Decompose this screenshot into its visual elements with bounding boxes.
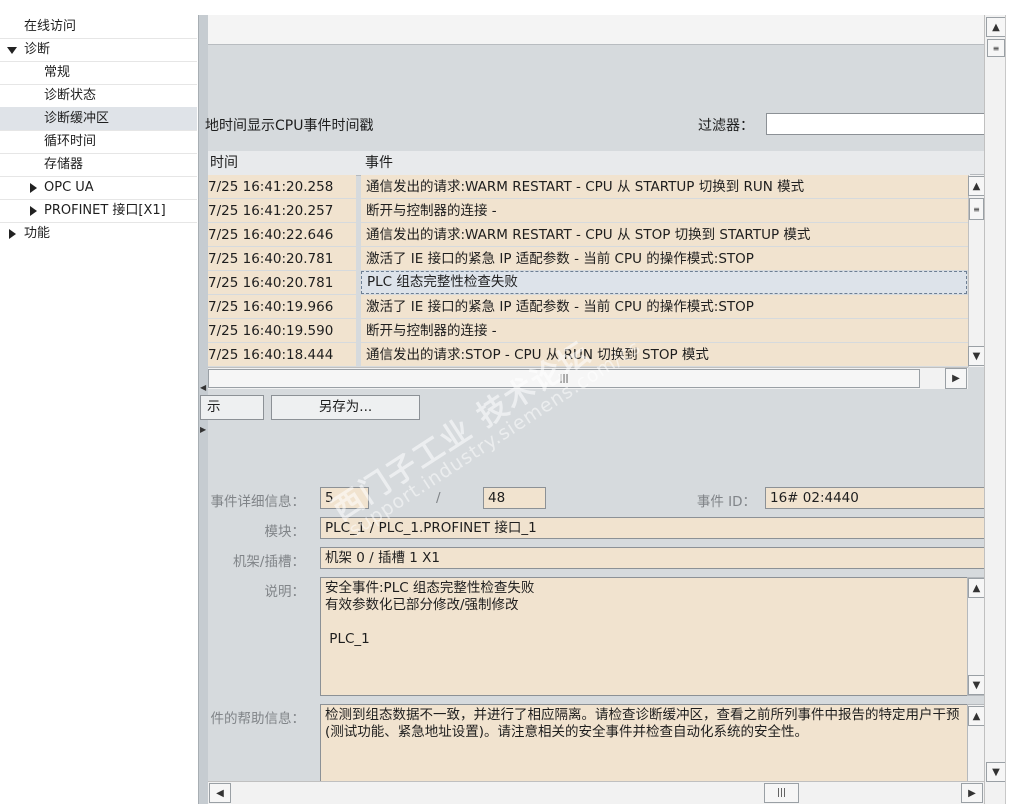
table-row[interactable]: 7/25 16:41:20.258 通信发出的请求:WARM RESTART -…	[208, 175, 972, 199]
table-header-corner	[970, 151, 984, 175]
nav-item-memory[interactable]: 存储器	[0, 153, 197, 177]
nav-item-online-access[interactable]: 在线访问	[0, 15, 197, 39]
chevron-up-icon[interactable]: ▲	[968, 176, 985, 196]
nav-item-opc-ua[interactable]: OPC UA	[0, 176, 197, 200]
scroll-thumb[interactable]: |||	[764, 783, 799, 803]
filter-label: 过滤器：	[698, 118, 754, 134]
event-text: 通信发出的请求:WARM RESTART - CPU 从 STARTUP 切换到…	[361, 175, 972, 198]
table-row[interactable]: 7/25 16:41:20.257 断开与控制器的连接 -	[208, 199, 972, 223]
triangle-right-icon[interactable]	[30, 183, 37, 193]
triangle-down-icon[interactable]	[7, 47, 17, 54]
table-row[interactable]: 7/25 16:40:19.966 激活了 IE 接口的紧急 IP 适配参数 -…	[208, 295, 972, 319]
event-text: PLC 组态完整性检查失败	[361, 271, 967, 294]
event-time: 7/25 16:40:20.781	[208, 271, 356, 294]
top-strip	[0, 0, 1011, 15]
rack-slot-field: 机架 0 / 插槽 1 X1	[320, 547, 986, 569]
rack-slot-label: 机架/插槽：	[232, 554, 305, 570]
column-header-time[interactable]: 时间	[208, 151, 360, 176]
chevron-down-icon[interactable]: ▼	[968, 675, 985, 695]
nav-item-label: OPC UA	[44, 180, 94, 195]
event-text: 激活了 IE 接口的紧急 IP 适配参数 - 当前 CPU 的操作模式:STOP	[361, 295, 972, 318]
chevron-up-icon[interactable]: ▲	[968, 578, 985, 598]
nav-item-label: 诊断缓冲区	[44, 111, 110, 126]
table-row[interactable]: 7/25 16:40:19.590 断开与控制器的连接 -	[208, 319, 972, 343]
event-detail-total-field: 48	[483, 487, 546, 509]
table-row[interactable]: 7/25 16:40:22.646 通信发出的请求:WARM RESTART -…	[208, 223, 972, 247]
event-time: 7/25 16:41:20.257	[208, 199, 356, 222]
event-text: 通信发出的请求:STOP - CPU 从 RUN 切换到 STOP 模式	[361, 343, 972, 366]
module-label: 模块：	[264, 524, 306, 540]
chevron-right-icon[interactable]: ▶	[945, 368, 967, 389]
help-info-label: 件的帮助信息：	[210, 711, 306, 727]
event-time: 7/25 16:40:22.646	[208, 223, 356, 246]
nav-item-label: 在线访问	[24, 19, 77, 34]
scroll-thumb[interactable]: ≡	[969, 198, 984, 220]
table-row-selected[interactable]: 7/25 16:40:20.781 PLC 组态完整性检查失败	[208, 271, 967, 295]
pane-horizontal-scrollbar[interactable]	[208, 781, 984, 804]
navigation-tree: 在线访问 诊断 常规 诊断状态 诊断缓冲区 循环时间 存储器 OPC UA PR…	[0, 15, 200, 804]
detail-separator: /	[436, 490, 441, 506]
event-time: 7/25 16:41:20.258	[208, 175, 356, 198]
save-as-button[interactable]: 另存为...	[271, 395, 420, 420]
event-time: 7/25 16:40:18.444	[208, 343, 356, 366]
pane-toolbar	[208, 15, 984, 45]
nav-item-diagnostic-buffer[interactable]: 诊断缓冲区	[0, 107, 197, 131]
event-details-label: 事件详细信息：	[210, 494, 306, 510]
display-button[interactable]: 示	[200, 395, 264, 420]
nav-item-cycle-time[interactable]: 循环时间	[0, 130, 197, 154]
triangle-right-icon[interactable]	[30, 206, 37, 216]
event-time: 7/25 16:40:19.590	[208, 319, 356, 342]
collapse-left-icon[interactable]: ◀	[200, 383, 206, 392]
local-time-checkbox-label[interactable]: 地时间显示CPU事件时间戳	[205, 115, 373, 135]
chevron-down-icon[interactable]: ▼	[986, 762, 1006, 782]
nav-item-label: 存储器	[44, 157, 84, 172]
expand-right-icon[interactable]: ▶	[200, 425, 206, 434]
chevron-left-icon[interactable]: ◀	[209, 783, 231, 803]
event-text: 激活了 IE 接口的紧急 IP 适配参数 - 当前 CPU 的操作模式:STOP	[361, 247, 972, 270]
nav-item-label: 诊断	[24, 42, 51, 57]
nav-item-label: 功能	[24, 226, 51, 241]
chevron-up-icon[interactable]: ▲	[986, 17, 1006, 37]
description-label: 说明：	[264, 584, 306, 600]
nav-item-diagnostic-status[interactable]: 诊断状态	[0, 84, 197, 108]
nav-item-label: 循环时间	[44, 134, 97, 149]
chevron-up-icon[interactable]: ▲	[968, 706, 985, 726]
filter-input[interactable]	[766, 113, 986, 135]
nav-item-general[interactable]: 常规	[0, 61, 197, 85]
nav-item-profinet-interface[interactable]: PROFINET 接口[X1]	[0, 199, 197, 223]
event-time: 7/25 16:40:19.966	[208, 295, 356, 318]
event-text: 断开与控制器的连接 -	[361, 319, 972, 342]
nav-item-label: PROFINET 接口[X1]	[44, 203, 166, 218]
nav-item-diagnostics[interactable]: 诊断	[0, 38, 197, 62]
column-header-event[interactable]: 事件	[358, 151, 972, 176]
event-id-label: 事件 ID：	[696, 494, 756, 510]
nav-item-label: 常规	[44, 65, 71, 80]
scroll-thumb[interactable]: ≡	[987, 39, 1005, 57]
event-text: 断开与控制器的连接 -	[361, 199, 972, 222]
nav-item-functions[interactable]: 功能	[0, 222, 197, 245]
event-text: 通信发出的请求:WARM RESTART - CPU 从 STOP 切换到 ST…	[361, 223, 972, 246]
triangle-right-icon[interactable]	[9, 229, 16, 239]
nav-item-label: 诊断状态	[44, 88, 97, 103]
chevron-right-icon[interactable]: ▶	[961, 783, 983, 803]
table-row[interactable]: 7/25 16:40:20.781 激活了 IE 接口的紧急 IP 适配参数 -…	[208, 247, 972, 271]
module-field: PLC_1 / PLC_1.PROFINET 接口_1	[320, 517, 986, 539]
event-time: 7/25 16:40:20.781	[208, 247, 356, 270]
description-field[interactable]: 安全事件:PLC 组态完整性检查失败 有效参数化已部分修改/强制修改 PLC_1	[320, 577, 968, 696]
event-id-field: 16# 02:4440	[765, 487, 986, 509]
chevron-down-icon[interactable]: ▼	[968, 346, 985, 366]
right-edge-strip	[1005, 15, 1011, 804]
